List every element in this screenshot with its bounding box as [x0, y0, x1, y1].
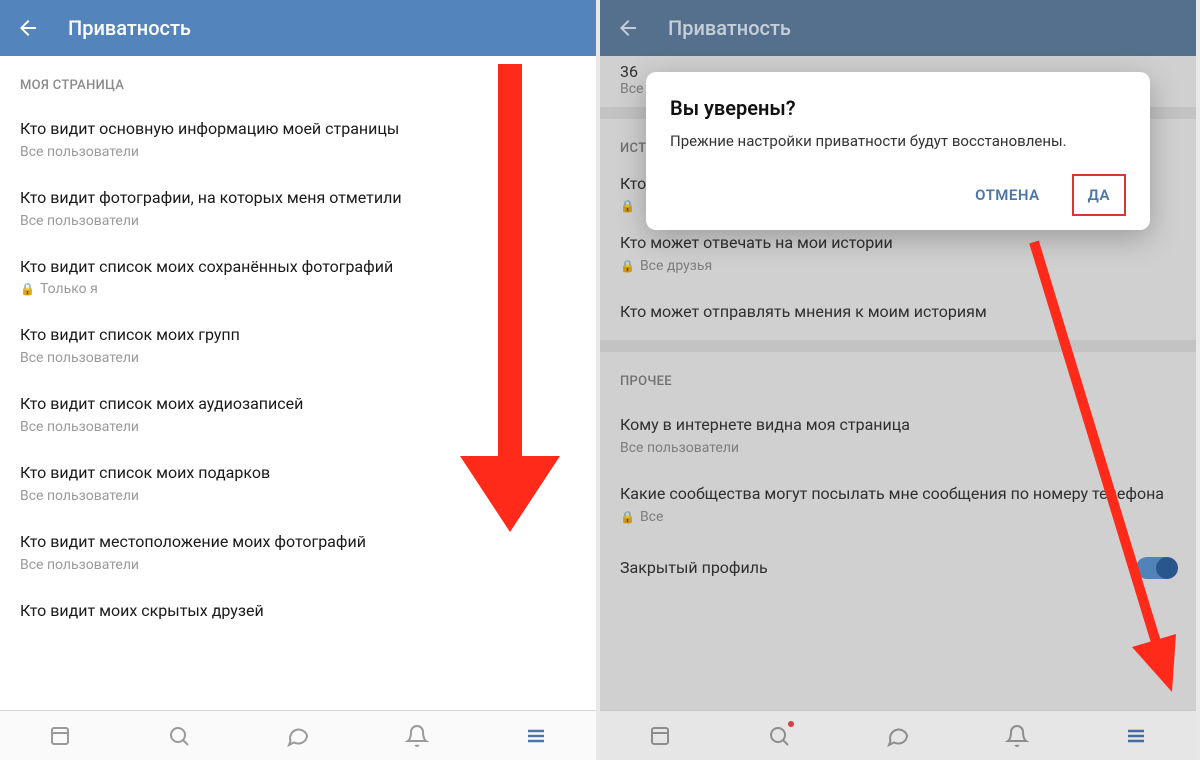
privacy-item[interactable]: Кто видит список моих сохранённых фотогр… — [0, 243, 596, 312]
left-screen: Приватность МОЯ СТРАНИЦА Кто видит основ… — [0, 0, 600, 760]
privacy-item[interactable]: Кто видит список моих подарков Все польз… — [0, 449, 596, 518]
item-sub: 🔒 Только я — [20, 281, 576, 297]
privacy-item[interactable]: Кто видит основную информацию моей стран… — [0, 105, 596, 174]
item-title: Кто видит список моих подарков — [20, 463, 576, 484]
nav-search-icon[interactable] — [166, 723, 192, 749]
item-title: Кто видит список моих групп — [20, 325, 576, 346]
bottom-nav — [0, 710, 596, 760]
item-title: Кто видит основную информацию моей стран… — [20, 119, 576, 140]
confirm-button[interactable]: ДА — [1072, 174, 1126, 216]
lock-icon: 🔒 — [20, 282, 35, 296]
dialog-message: Прежние настройки приватности будут восс… — [670, 132, 1126, 150]
nav-news-icon[interactable] — [47, 723, 73, 749]
nav-messages-icon[interactable] — [285, 723, 311, 749]
page-title: Приватность — [68, 16, 191, 40]
item-sub: Все пользователи — [20, 557, 576, 573]
item-sub: Все пользователи — [20, 350, 576, 366]
privacy-item[interactable]: Кто видит моих скрытых друзей — [0, 587, 596, 640]
item-title: Кто видит список моих сохранённых фотогр… — [20, 257, 576, 278]
item-sub: Все пользователи — [20, 488, 576, 504]
back-arrow-icon[interactable] — [16, 16, 40, 40]
dialog-actions: ОТМЕНА ДА — [670, 174, 1126, 216]
cancel-button[interactable]: ОТМЕНА — [961, 176, 1054, 214]
right-screen: Приватность 36 Все ИСТО Кто 🔒 Кто может … — [600, 0, 1200, 760]
settings-list[interactable]: МОЯ СТРАНИЦА Кто видит основную информац… — [0, 56, 596, 710]
nav-notifications-icon[interactable] — [404, 723, 430, 749]
privacy-item[interactable]: Кто видит список моих групп Все пользова… — [0, 311, 596, 380]
nav-menu-icon[interactable] — [523, 723, 549, 749]
privacy-item[interactable]: Кто видит фотографии, на которых меня от… — [0, 174, 596, 243]
privacy-item[interactable]: Кто видит список моих аудиозаписей Все п… — [0, 380, 596, 449]
item-title: Кто видит местоположение моих фотографий — [20, 532, 576, 553]
header: Приватность — [0, 0, 596, 56]
item-title: Кто видит список моих аудиозаписей — [20, 394, 576, 415]
privacy-item[interactable]: Кто видит местоположение моих фотографий… — [0, 518, 596, 587]
section-header-mypage: МОЯ СТРАНИЦА — [0, 56, 596, 105]
item-sub: Все пользователи — [20, 144, 576, 160]
item-title: Кто видит фотографии, на которых меня от… — [20, 188, 576, 209]
modal-overlay[interactable]: Вы уверены? Прежние настройки приватност… — [600, 0, 1196, 760]
confirm-dialog: Вы уверены? Прежние настройки приватност… — [646, 72, 1150, 230]
dialog-title: Вы уверены? — [670, 96, 1126, 120]
item-sub-text: Только я — [40, 281, 98, 297]
item-sub: Все пользователи — [20, 213, 576, 229]
item-title: Кто видит моих скрытых друзей — [20, 601, 576, 622]
item-sub: Все пользователи — [20, 419, 576, 435]
